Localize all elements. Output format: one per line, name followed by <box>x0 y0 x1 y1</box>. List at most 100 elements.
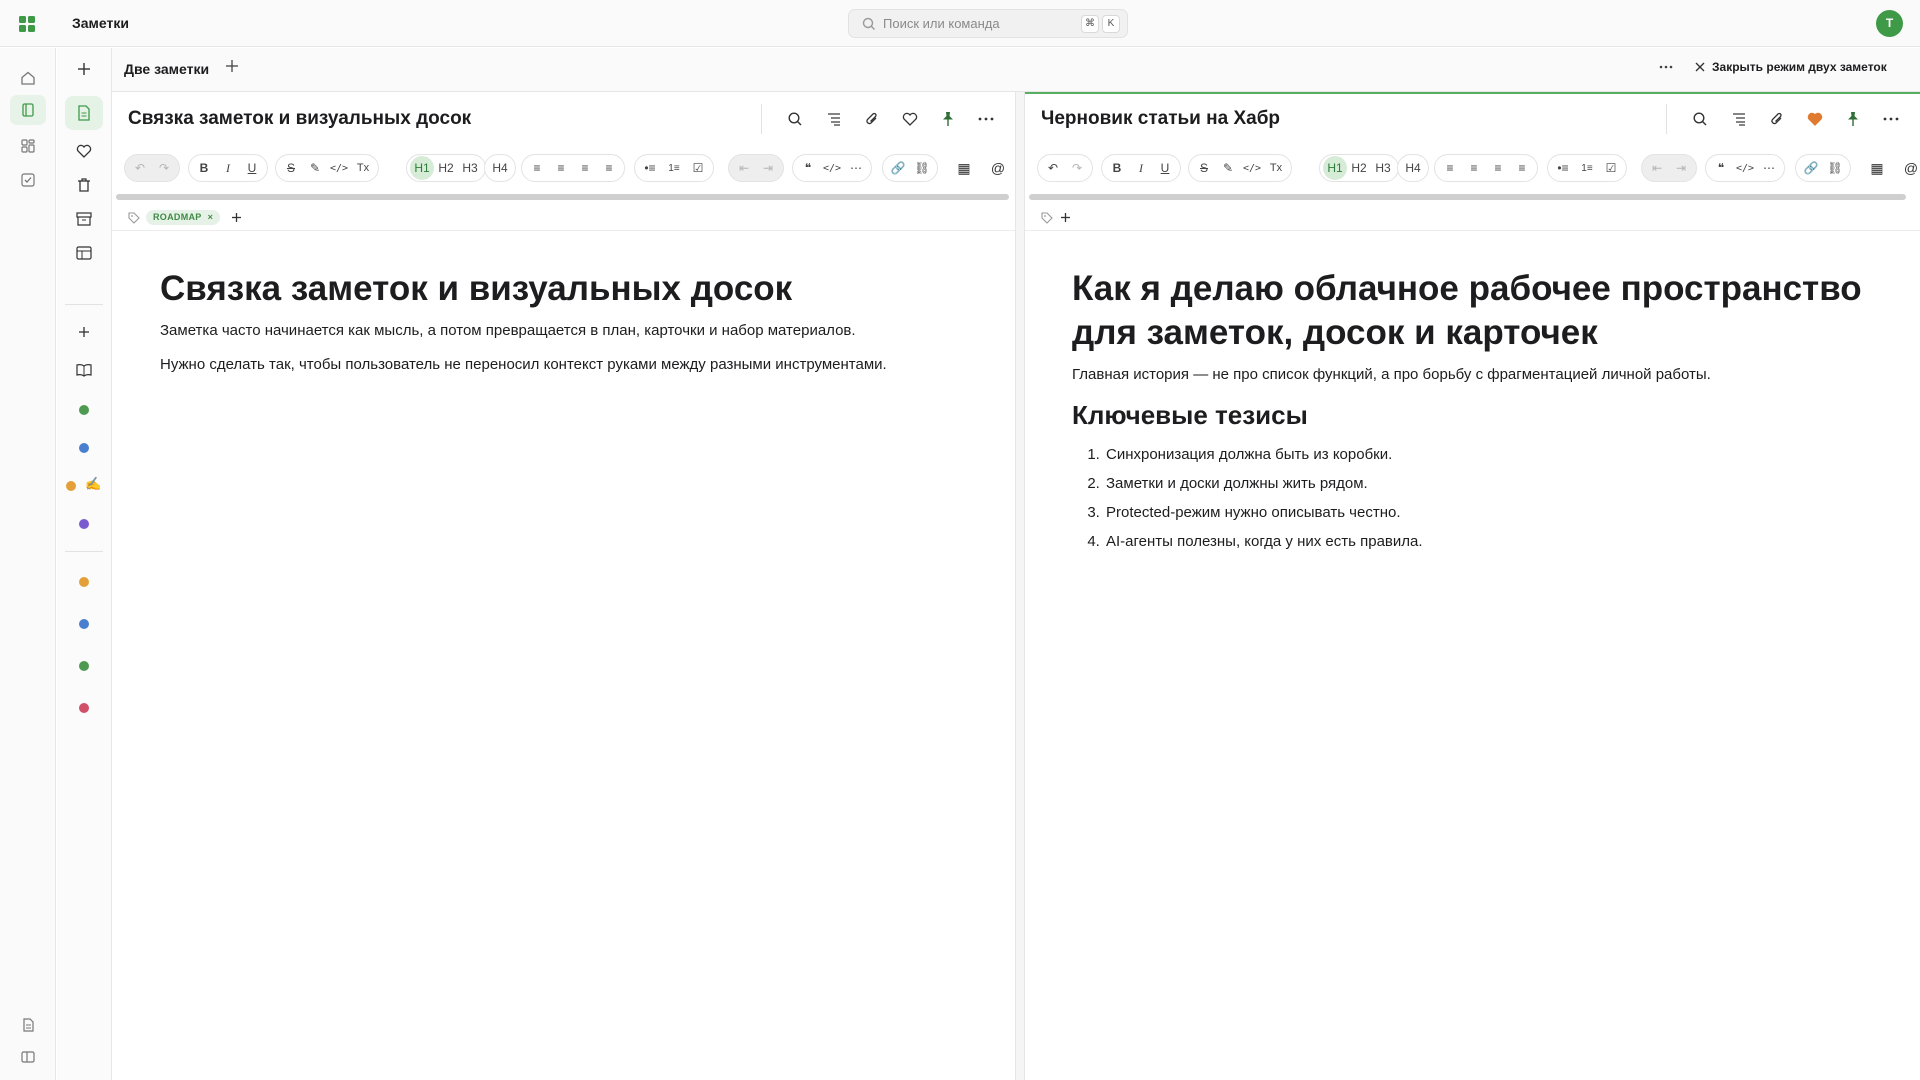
heading-3-button[interactable]: H3 <box>1371 156 1395 180</box>
attachment-icon[interactable] <box>862 109 882 129</box>
underline-button[interactable]: U <box>1153 156 1177 180</box>
undo-icon[interactable]: ↶ <box>1041 156 1065 180</box>
collapse-sidebar-icon[interactable] <box>16 1045 40 1069</box>
outline-icon[interactable] <box>824 109 844 129</box>
templates-icon[interactable] <box>65 236 103 270</box>
checklist-icon[interactable]: ☑ <box>686 156 710 180</box>
link-icon[interactable]: 🔗 <box>886 156 910 180</box>
right-note-body[interactable]: Как я делаю облачное рабочее пространств… <box>1072 267 1912 561</box>
bold-button[interactable]: B <box>1105 156 1129 180</box>
more-blocks-icon[interactable]: ⋯ <box>1757 156 1781 180</box>
highlight-icon[interactable]: ✎ <box>303 156 327 180</box>
pin-icon[interactable] <box>938 109 958 129</box>
close-dual-mode-button[interactable]: Закрыть режим двух заметок <box>1695 60 1887 74</box>
heading-2-button[interactable]: H2 <box>1347 156 1371 180</box>
mention-button[interactable]: @ <box>1899 156 1920 180</box>
indent-icon[interactable]: ⇥ <box>1669 156 1693 180</box>
align-center-icon[interactable]: ≡ <box>1462 156 1486 180</box>
more-icon[interactable] <box>1881 109 1901 129</box>
more-icon[interactable] <box>976 109 996 129</box>
left-note-body[interactable]: Связка заметок и визуальных досок Заметк… <box>160 267 1000 389</box>
archive-icon[interactable] <box>65 202 103 236</box>
pane-splitter[interactable] <box>1016 92 1024 1080</box>
new-note-button[interactable] <box>65 52 103 86</box>
tag-roadmap[interactable]: ROADMAP × <box>146 210 221 225</box>
add-tab-button[interactable] <box>225 59 239 78</box>
tab-dual-notes[interactable]: Две заметки <box>124 61 209 77</box>
user-avatar[interactable]: T <box>1876 10 1903 37</box>
strike-button[interactable]: S <box>1192 156 1216 180</box>
notebook-book-icon[interactable] <box>65 353 103 387</box>
tag-green-dot[interactable] <box>79 661 89 671</box>
align-right-icon[interactable]: ≡ <box>1486 156 1510 180</box>
notes-icon[interactable] <box>10 95 46 125</box>
align-justify-icon[interactable]: ≡ <box>1510 156 1534 180</box>
outdent-icon[interactable]: ⇤ <box>732 156 756 180</box>
unlink-icon[interactable]: ⛓ <box>1823 156 1847 180</box>
code-icon[interactable]: </> <box>1240 156 1264 180</box>
highlight-icon[interactable]: ✎ <box>1216 156 1240 180</box>
boards-icon[interactable] <box>16 134 40 158</box>
heading-1-button[interactable]: H1 <box>1323 156 1347 180</box>
search-icon[interactable] <box>1690 109 1710 129</box>
remove-tag-icon[interactable]: × <box>208 212 214 222</box>
align-right-icon[interactable]: ≡ <box>573 156 597 180</box>
notebook-green-dot[interactable] <box>79 405 89 415</box>
more-options-icon[interactable] <box>1658 59 1674 80</box>
italic-button[interactable]: I <box>1129 156 1153 180</box>
left-note-title[interactable]: Связка заметок и визуальных досок <box>128 108 471 130</box>
all-notes-icon[interactable] <box>65 96 103 130</box>
trash-icon[interactable] <box>65 168 103 202</box>
quote-icon[interactable]: ❝ <box>1709 156 1733 180</box>
table-icon[interactable]: ▦ <box>1865 156 1889 180</box>
indent-icon[interactable]: ⇥ <box>756 156 780 180</box>
outdent-icon[interactable]: ⇤ <box>1645 156 1669 180</box>
tag-red-dot[interactable] <box>79 703 89 713</box>
app-logo-icon[interactable] <box>17 14 37 34</box>
redo-icon[interactable]: ↷ <box>152 156 176 180</box>
more-blocks-icon[interactable]: ⋯ <box>844 156 868 180</box>
favorite-heart-filled-icon[interactable] <box>1805 109 1825 129</box>
unlink-icon[interactable]: ⛓ <box>910 156 934 180</box>
code-block-icon[interactable]: </> <box>1733 156 1757 180</box>
code-icon[interactable]: </> <box>327 156 351 180</box>
align-justify-icon[interactable]: ≡ <box>597 156 621 180</box>
ordered-list-icon[interactable]: 1≡ <box>1575 156 1599 180</box>
tasks-icon[interactable] <box>16 168 40 192</box>
quote-icon[interactable]: ❝ <box>796 156 820 180</box>
code-block-icon[interactable]: </> <box>820 156 844 180</box>
redo-icon[interactable]: ↷ <box>1065 156 1089 180</box>
toolbar-scrollbar[interactable] <box>116 194 1009 200</box>
bullet-list-icon[interactable]: •≡ <box>1551 156 1575 180</box>
italic-button[interactable]: I <box>216 156 240 180</box>
heading-4-button[interactable]: H4 <box>1401 156 1425 180</box>
pin-icon[interactable] <box>1843 109 1863 129</box>
tag-orange-dot[interactable] <box>79 577 89 587</box>
mention-button[interactable]: @ <box>986 156 1010 180</box>
notebook-blue-dot[interactable] <box>79 443 89 453</box>
checklist-icon[interactable]: ☑ <box>1599 156 1623 180</box>
search-icon[interactable] <box>785 109 805 129</box>
bold-button[interactable]: B <box>192 156 216 180</box>
bullet-list-icon[interactable]: •≡ <box>638 156 662 180</box>
document-icon[interactable] <box>16 1013 40 1037</box>
add-tag-button[interactable] <box>231 212 242 223</box>
align-left-icon[interactable]: ≡ <box>1438 156 1462 180</box>
align-left-icon[interactable]: ≡ <box>525 156 549 180</box>
tag-blue-dot[interactable] <box>79 619 89 629</box>
underline-button[interactable]: U <box>240 156 264 180</box>
heading-2-button[interactable]: H2 <box>434 156 458 180</box>
align-center-icon[interactable]: ≡ <box>549 156 573 180</box>
favorites-icon[interactable] <box>65 134 103 168</box>
favorite-heart-icon[interactable] <box>900 109 920 129</box>
notebook-purple-dot[interactable] <box>79 519 89 529</box>
heading-3-button[interactable]: H3 <box>458 156 482 180</box>
heading-4-button[interactable]: H4 <box>488 156 512 180</box>
clear-format-button[interactable]: Tx <box>1264 156 1288 180</box>
toolbar-scrollbar[interactable] <box>1029 194 1906 200</box>
right-note-title[interactable]: Черновик статьи на Хабр <box>1041 108 1280 130</box>
heading-1-button[interactable]: H1 <box>410 156 434 180</box>
add-tag-button[interactable] <box>1060 212 1071 223</box>
home-icon[interactable] <box>16 66 40 90</box>
new-notebook-button[interactable] <box>65 315 103 349</box>
